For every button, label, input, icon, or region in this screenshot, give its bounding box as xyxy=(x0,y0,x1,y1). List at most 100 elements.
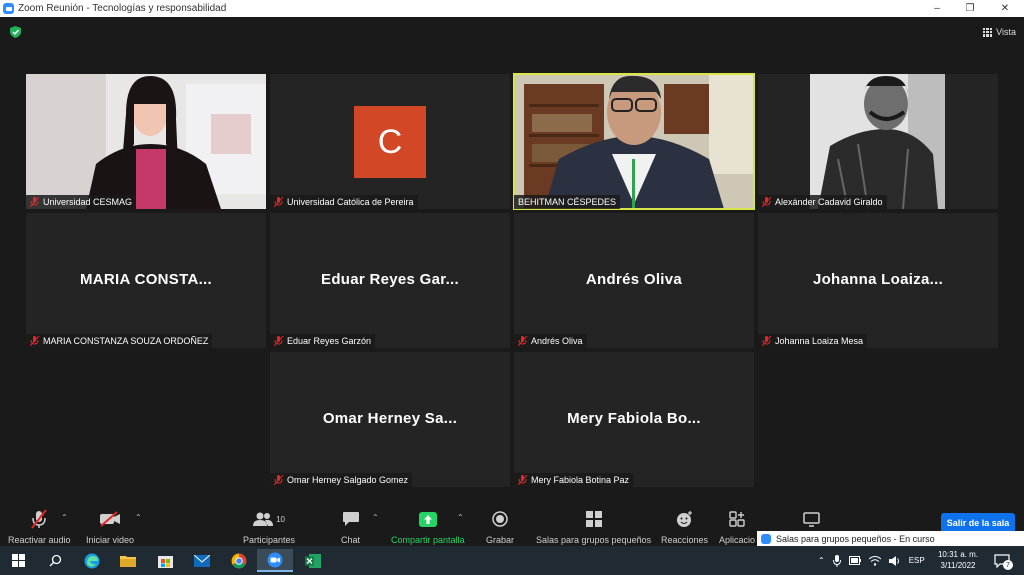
participant-name: Universidad Católica de Pereira xyxy=(287,197,414,207)
start-video-label: Iniciar video xyxy=(86,535,135,545)
start-button[interactable] xyxy=(0,549,36,572)
language-indicator[interactable]: ESP xyxy=(909,556,925,565)
video-tile[interactable]: Omar Herney Sa... Omar Herney Salgado Go… xyxy=(270,352,510,487)
breakout-rooms-button[interactable]: Salas para grupos pequeños xyxy=(536,509,651,545)
muted-mic-icon xyxy=(274,336,283,346)
zoom-taskbar-icon[interactable] xyxy=(257,549,293,572)
participant-namebar: MARIA CONSTANZA SOUZA ORDOÑEZ xyxy=(26,334,213,348)
edge-taskbar-icon[interactable] xyxy=(74,549,110,572)
view-button[interactable]: Vista xyxy=(983,24,1016,40)
zoom-app-icon xyxy=(3,3,14,14)
muted-mic-icon xyxy=(274,197,283,207)
share-options-caret-icon[interactable]: ⌃ xyxy=(457,513,464,522)
wifi-icon[interactable] xyxy=(868,555,881,566)
apps-icon xyxy=(729,511,745,527)
muted-mic-icon xyxy=(518,475,527,485)
participant-avatar: C xyxy=(354,106,426,178)
participant-name: Johanna Loaiza Mesa xyxy=(775,336,864,346)
video-tile[interactable]: Universidad CESMAG xyxy=(26,74,266,209)
search-button[interactable] xyxy=(37,549,73,572)
video-tile[interactable]: Andrés Oliva Andrés Oliva xyxy=(514,213,754,348)
shield-icon[interactable] xyxy=(10,26,21,38)
mail-taskbar-icon[interactable] xyxy=(184,549,220,572)
clock-date: 3/11/2022 xyxy=(940,561,976,570)
notification-text: Salas para grupos pequeños - En curso xyxy=(776,533,935,544)
whiteboard-icon xyxy=(803,511,820,527)
chat-icon xyxy=(342,512,359,526)
participant-name: Mery Fabiola Botina Paz xyxy=(531,475,630,485)
muted-mic-icon xyxy=(762,336,771,346)
chrome-icon xyxy=(231,553,247,568)
participant-namebar: Mery Fabiola Botina Paz xyxy=(514,473,634,487)
video-tile[interactable]: Eduar Reyes Gar... Eduar Reyes Garzón xyxy=(270,213,510,348)
video-tile[interactable]: C Universidad Católica de Pereira xyxy=(270,74,510,209)
minimize-button[interactable]: – xyxy=(920,0,954,17)
share-screen-button[interactable]: Compartir pantalla xyxy=(391,509,465,545)
tray-overflow-icon[interactable]: ⌃ xyxy=(818,556,825,565)
record-icon xyxy=(492,511,508,527)
search-icon xyxy=(49,554,61,567)
microphone-icon[interactable] xyxy=(832,554,841,567)
battery-icon[interactable] xyxy=(848,556,861,565)
participant-name: MARIA CONSTANZA SOUZA ORDOÑEZ xyxy=(43,336,209,346)
start-video-button[interactable]: Iniciar video xyxy=(86,509,134,545)
video-tile[interactable]: Johanna Loaiza... Johanna Loaiza Mesa xyxy=(758,213,998,348)
excel-taskbar-icon[interactable] xyxy=(295,549,331,572)
mail-icon xyxy=(194,554,210,567)
participant-namebar: Eduar Reyes Garzón xyxy=(270,334,376,348)
participants-label: Participantes xyxy=(243,535,296,545)
participants-button[interactable]: 10 Participantes xyxy=(243,509,295,545)
breakout-rooms-label: Salas para grupos pequeños xyxy=(536,535,652,545)
participant-name: Alexánder Cadavid Giraldo xyxy=(775,197,883,207)
taskbar-clock[interactable]: 10:31 a. m. 3/11/2022 xyxy=(930,549,986,571)
video-off-icon xyxy=(100,511,121,527)
video-tile-active-speaker[interactable]: BEHITMAN CÉSPEDES xyxy=(513,73,755,210)
store-taskbar-icon[interactable] xyxy=(147,549,183,572)
apps-button[interactable]: Aplicacio xyxy=(719,509,755,545)
chrome-taskbar-icon[interactable] xyxy=(221,549,257,572)
clock-time: 10:31 a. m. xyxy=(937,550,979,559)
volume-icon[interactable] xyxy=(888,555,901,566)
reactions-icon xyxy=(677,510,693,527)
windows-taskbar: ⌃ ESP 10:31 a. m. 3/11/2022 7 xyxy=(0,546,1024,575)
video-tile[interactable]: MARIA CONSTA... MARIA CONSTANZA SOUZA OR… xyxy=(26,213,266,348)
video-tile[interactable]: Mery Fabiola Bo... Mery Fabiola Botina P… xyxy=(514,352,754,487)
chat-options-caret-icon[interactable]: ⌃ xyxy=(372,513,379,522)
action-center-button[interactable]: 7 xyxy=(986,549,1018,572)
excel-icon xyxy=(305,553,321,568)
participant-video xyxy=(758,74,998,209)
unmute-audio-label: Reactivar audio xyxy=(8,535,71,545)
chat-label: Chat xyxy=(341,535,361,545)
zoom-icon xyxy=(267,552,283,567)
muted-mic-icon xyxy=(762,197,771,207)
notification-count-badge: 7 xyxy=(1003,560,1013,570)
record-button[interactable]: Grabar xyxy=(486,509,514,545)
muted-mic-icon xyxy=(274,475,283,485)
audio-options-caret-icon[interactable]: ⌃ xyxy=(61,513,68,522)
folder-icon xyxy=(120,556,136,567)
participant-display-name: Omar Herney Sa... xyxy=(322,410,458,427)
participant-namebar: BEHITMAN CÉSPEDES xyxy=(514,195,621,209)
window-titlebar: Zoom Reunión - Tecnologías y responsabil… xyxy=(0,0,1024,17)
participant-name: Eduar Reyes Garzón xyxy=(287,336,372,346)
participant-video xyxy=(514,74,754,209)
participant-name: BEHITMAN CÉSPEDES xyxy=(518,197,617,207)
participant-display-name: Mery Fabiola Bo... xyxy=(567,410,701,427)
close-button[interactable]: ✕ xyxy=(988,0,1022,17)
chat-button[interactable]: Chat xyxy=(341,509,360,545)
video-tile[interactable]: Alexánder Cadavid Giraldo xyxy=(758,74,998,209)
edge-icon xyxy=(84,553,100,568)
leave-room-button[interactable]: Salir de la sala xyxy=(941,513,1015,533)
video-options-caret-icon[interactable]: ⌃ xyxy=(135,513,142,522)
maximize-button[interactable]: ❐ xyxy=(953,0,987,17)
breakout-rooms-icon xyxy=(585,511,602,527)
muted-mic-icon xyxy=(30,336,39,346)
breakout-notification[interactable]: Salas para grupos pequeños - En curso xyxy=(757,531,1024,546)
share-screen-label: Compartir pantalla xyxy=(391,535,465,545)
participant-namebar: Universidad CESMAG xyxy=(26,195,137,209)
whiteboard-button[interactable] xyxy=(803,509,820,529)
reactions-button[interactable]: Reacciones xyxy=(661,509,708,545)
participant-name: Universidad CESMAG xyxy=(43,197,133,207)
file-explorer-taskbar-icon[interactable] xyxy=(110,549,146,572)
muted-mic-icon xyxy=(30,197,39,207)
